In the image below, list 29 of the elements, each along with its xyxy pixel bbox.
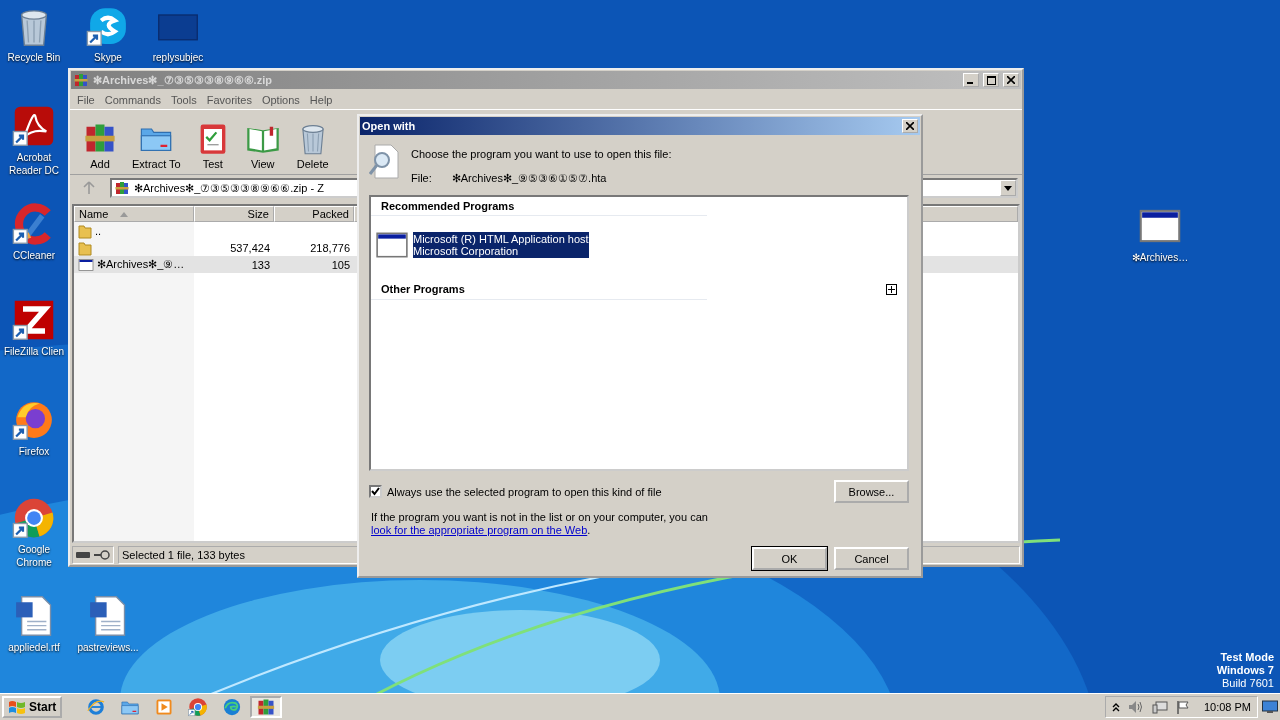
desktop-icon-label: Skype [94, 51, 122, 64]
desktop-icon-label: FileZilla Clien [4, 345, 64, 358]
prompt-text: Choose the program you want to use to open this file: [411, 148, 672, 160]
packed-size: 218,776 [310, 241, 350, 254]
desktop-icon-label: Firefox [18, 445, 50, 458]
file-size: 537,424 [230, 241, 270, 254]
os-notice-text: Build 7601 [1222, 677, 1274, 690]
status-text: Selected 1 file, 133 bytes [122, 549, 245, 561]
os-notice-text: Windows 7 [1216, 664, 1274, 677]
desktop-icon-label: Google Chrome [15, 543, 53, 569]
file-name: .. [95, 224, 102, 237]
desktop-icon-label: appliedel.rtf [8, 641, 60, 654]
desktop-icon-label: pastreviews... [77, 641, 139, 654]
file-label: File: [411, 172, 432, 185]
desktop-icon-label: replysubjec [152, 51, 204, 64]
file-name: ✻Archives✻_⑨… [97, 258, 185, 271]
file-size: 133 [251, 258, 270, 271]
dialog-title: Open with [362, 120, 417, 132]
file-name: ✻Archives✻_⑨⑤③⑥①⑤⑦.hta [451, 172, 607, 185]
info-text: If the program you want is not in the list or on your computer, you can look for the appropriate program on the Web. [370, 510, 709, 537]
section-heading: Other Programs [381, 283, 465, 295]
section-heading: Recommended Programs [381, 200, 515, 212]
os-notice-text: Test Mode [1220, 651, 1274, 664]
window-title: ✻Archives✻_⑦③⑤③③⑧⑨⑥⑥.zip [93, 73, 273, 87]
desktop-icon-label: Recycle Bin [7, 51, 61, 64]
packed-size: 105 [331, 258, 350, 271]
desktop-icon-label: Acrobat Reader DC [8, 151, 60, 177]
desktop-icon-label: ✻Archives… [1131, 251, 1189, 264]
desktop-icon-label: CCleaner [12, 249, 56, 262]
